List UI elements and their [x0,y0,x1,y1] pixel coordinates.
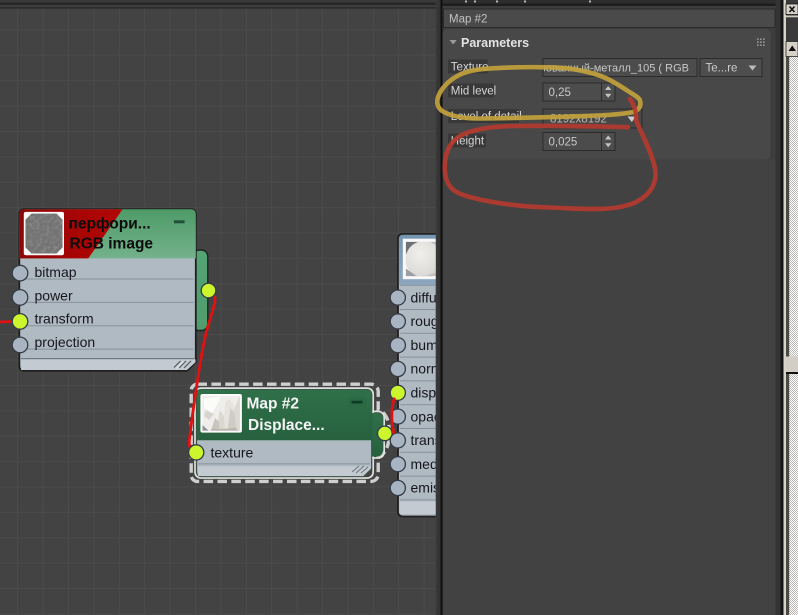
svg-text:Te...re: Te...re [706,63,738,75]
svg-text:0,25: 0,25 [549,87,571,99]
svg-text:RGB image: RGB image [70,236,154,253]
svg-text:bitmap: bitmap [35,264,77,280]
svg-text:projection: projection [35,334,96,350]
svg-text:Mid level: Mid level [451,86,496,98]
svg-text:transform: transform [35,311,94,327]
svg-text:Map #2: Map #2 [247,396,300,413]
svg-text:Displace...: Displace... [248,417,325,434]
svg-text:Parameters: Parameters [461,36,529,50]
svg-text:0,025: 0,025 [549,137,578,149]
svg-text:перфори...: перфори... [69,216,151,233]
svg-text:Map #2: Map #2 [449,14,487,26]
svg-text:texture: texture [211,445,254,461]
svg-text:displ: displ [411,385,440,401]
svg-text:power: power [35,287,73,303]
